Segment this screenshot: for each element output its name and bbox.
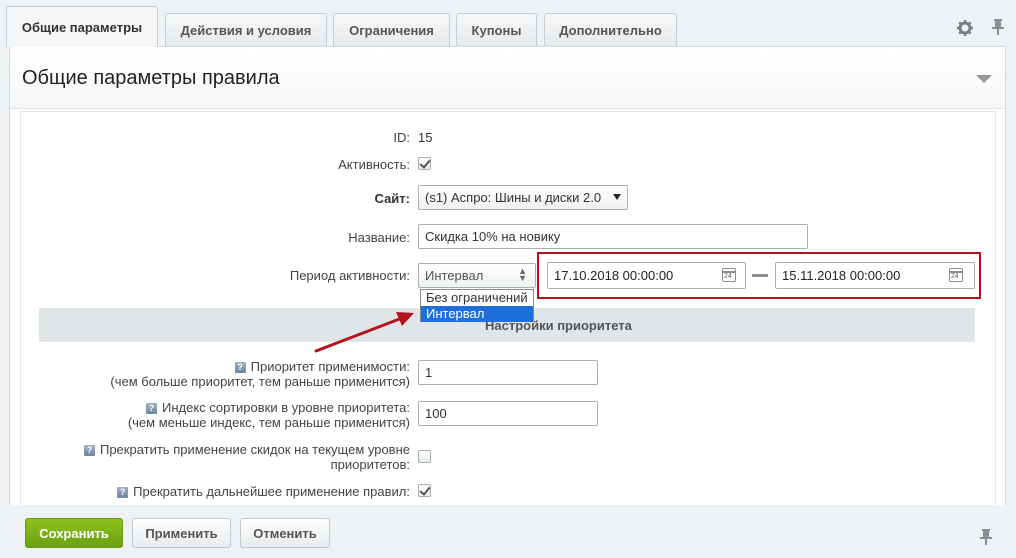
priority-label: ? Приоритет применимости: (чем больше при… (110, 359, 410, 389)
stop-rules-checkbox[interactable] (418, 484, 431, 497)
period-label: Период активности: (289, 268, 410, 283)
tab-bar: Общие параметры Действия и условия Огран… (0, 0, 1016, 48)
help-icon[interactable]: ? (83, 445, 95, 456)
chevron-down-icon (613, 194, 621, 200)
pin-icon[interactable] (978, 528, 994, 546)
option-interval[interactable]: Интервал (421, 306, 533, 322)
period-select-value: Интервал (425, 268, 484, 283)
tab-coupons[interactable]: Купоны (456, 13, 537, 46)
card-header: Общие параметры правила (10, 47, 1005, 109)
stop-level-label: ? Прекратить применение скидок на текущем… (83, 442, 410, 472)
save-button[interactable]: Сохранить (25, 518, 123, 548)
priority-label-text: Приоритет применимости: (250, 359, 410, 374)
updown-arrows-icon: ▲ ▼ (518, 266, 527, 283)
tab-additional[interactable]: Дополнительно (544, 13, 677, 46)
site-label: Сайт: (374, 191, 410, 206)
gear-icon[interactable] (957, 20, 973, 36)
sort-input[interactable]: 100 (418, 401, 598, 426)
priority-hint: (чем больше приоритет, тем раньше примен… (110, 374, 410, 389)
active-label: Активность: (338, 157, 410, 172)
date-from-input[interactable]: 17.10.2018 00:00:00 (547, 262, 746, 289)
site-select[interactable]: (s1) Аспро: Шины и диски 2.0 (418, 185, 628, 210)
help-icon[interactable]: ? (117, 487, 129, 498)
date-to-input[interactable]: 15.11.2018 00:00:00 (775, 262, 975, 289)
calendar-day: 24 (724, 273, 732, 280)
stop-rules-text: Прекратить дальнейшее применение правил: (133, 484, 410, 499)
date-from-value: 17.10.2018 00:00:00 (554, 268, 674, 283)
id-label: ID: (393, 130, 410, 145)
priority-input[interactable]: 1 (418, 360, 598, 385)
stop-level-checkbox[interactable] (418, 450, 431, 463)
help-icon[interactable]: ? (234, 362, 246, 373)
apply-button[interactable]: Применить (132, 518, 231, 548)
tab-actions-conditions[interactable]: Действия и условия (165, 13, 327, 46)
calendar-icon[interactable]: 24 (722, 268, 736, 282)
site-select-value: (s1) Аспро: Шины и диски 2.0 (425, 190, 602, 205)
help-icon[interactable]: ? (145, 403, 157, 414)
option-unlimited[interactable]: Без ограничений (421, 290, 533, 306)
tab-general[interactable]: Общие параметры (6, 6, 158, 47)
annotation-arrow-icon (314, 312, 414, 353)
stop-rules-label: ? Прекратить дальнейшее применение правил… (117, 484, 410, 499)
date-to-value: 15.11.2018 00:00:00 (782, 268, 901, 283)
cancel-button[interactable]: Отменить (240, 518, 330, 548)
id-value: 15 (418, 130, 433, 145)
collapse-arrow-icon[interactable] (976, 75, 992, 83)
name-input[interactable]: Скидка 10% на новику (418, 224, 808, 249)
range-dash (752, 274, 768, 277)
sort-label-text: Индекс сортировки в уровне приоритета: (161, 400, 410, 415)
card-title: Общие параметры правила (22, 67, 280, 89)
period-select[interactable]: Интервал ▲ ▼ (418, 263, 536, 288)
active-checkbox[interactable] (418, 157, 431, 170)
calendar-icon[interactable]: 24 (949, 268, 963, 282)
calendar-day: 24 (951, 273, 959, 280)
tab-restrictions[interactable]: Ограничения (333, 13, 450, 46)
name-label: Название: (348, 230, 410, 245)
stop-level-text-2: приоритетов: (330, 457, 410, 472)
period-dropdown: Без ограничений Интервал (420, 289, 534, 322)
pin-icon[interactable] (990, 18, 1006, 36)
sort-hint: (чем меньше индекс, тем раньше применитс… (127, 415, 410, 430)
sort-label: ? Индекс сортировки в уровне приоритета: … (128, 400, 410, 430)
stop-level-text-1: Прекратить применение скидок на текущем … (99, 442, 410, 457)
